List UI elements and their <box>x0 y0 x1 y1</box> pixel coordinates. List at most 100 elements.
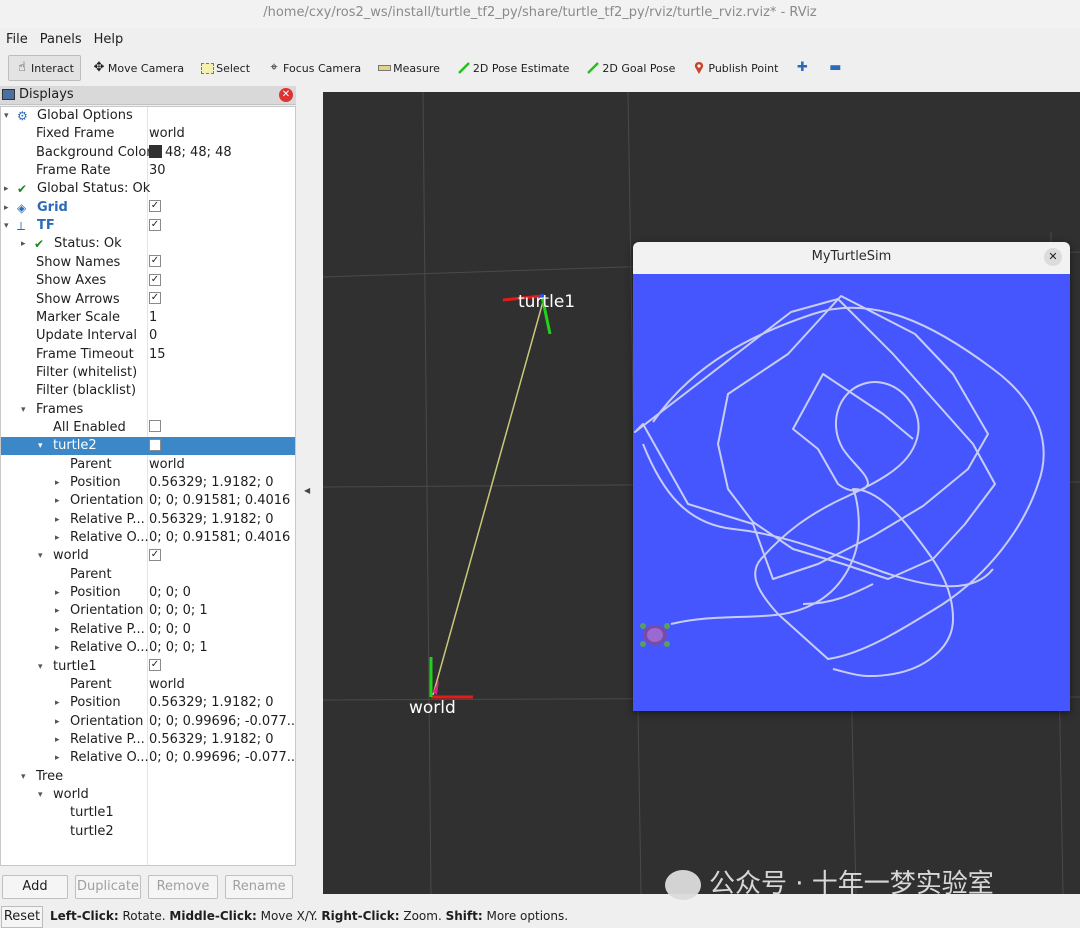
add-button[interactable]: Add <box>2 875 68 899</box>
tree-row[interactable]: ▾ ⚙ Global Options <box>1 107 295 125</box>
tree-row[interactable]: Show Names ✓ <box>1 254 295 272</box>
collapse-arrow-icon[interactable]: ▸ <box>4 199 9 217</box>
tree-row[interactable]: ▸ Position 0.56329; 1.9182; 0 <box>1 694 295 712</box>
enable-checkbox[interactable] <box>149 420 161 433</box>
expand-arrow-icon[interactable]: ▾ <box>4 107 9 125</box>
goal-pose-tool-button[interactable]: 2D Goal Pose <box>580 55 681 81</box>
expand-arrow-icon[interactable]: ▾ <box>38 547 43 565</box>
tree-row[interactable]: Marker Scale 1 <box>1 309 295 327</box>
tree-row[interactable]: ▸ Relative P... 0.56329; 1.9182; 0 <box>1 511 295 529</box>
displays-tree[interactable]: ▾ ⚙ Global Options Fixed Frame world Backgrou… <box>0 106 296 866</box>
tree-row[interactable]: ▸ Orientation 0; 0; 0; 1 <box>1 602 295 620</box>
tree-row[interactable]: Filter (whitelist) <box>1 364 295 382</box>
tree-row[interactable]: ▾ Tree <box>1 768 295 786</box>
tree-row[interactable]: ▸ Relative P... 0; 0; 0 <box>1 621 295 639</box>
enable-checkbox[interactable]: ✓ <box>149 292 161 304</box>
collapse-arrow-icon[interactable]: ▸ <box>21 235 26 253</box>
tree-row[interactable]: Parent <box>1 566 295 584</box>
collapse-arrow-icon[interactable]: ▸ <box>55 602 60 620</box>
enable-checkbox[interactable]: ✓ <box>149 659 161 671</box>
tree-row[interactable]: Parent world <box>1 456 295 474</box>
tree-row[interactable]: ▾ ⟂ TF ✓ <box>1 217 295 235</box>
select-tool-button[interactable]: Select <box>195 55 256 81</box>
enable-checkbox[interactable]: ✓ <box>149 200 161 213</box>
expand-arrow-icon[interactable]: ▾ <box>4 217 9 235</box>
expand-arrow-icon[interactable]: ▾ <box>38 437 43 455</box>
tree-row[interactable]: Show Arrows ✓ <box>1 291 295 309</box>
menu-help[interactable]: Help <box>88 30 130 50</box>
interact-tool-button[interactable]: ☝ Interact <box>8 55 81 81</box>
collapse-arrow-icon[interactable]: ▸ <box>55 584 60 602</box>
color-swatch[interactable] <box>149 144 162 158</box>
tree-row-checkbox-cell[interactable]: ✓ <box>149 217 295 235</box>
enable-checkbox[interactable]: ✓ <box>149 218 161 231</box>
tree-row-checkbox-cell[interactable]: ✓ <box>149 254 295 272</box>
pose-estimate-tool-button[interactable]: 2D Pose Estimate <box>451 55 576 81</box>
tree-row[interactable]: ▸ Relative O... 0; 0; 0; 1 <box>1 639 295 657</box>
tree-row[interactable]: turtle1 <box>1 804 295 822</box>
tree-row-checkbox-cell[interactable]: ✓ <box>149 291 295 309</box>
enable-checkbox[interactable]: ✓ <box>149 255 161 268</box>
tree-row[interactable]: ▸ Position 0.56329; 1.9182; 0 <box>1 474 295 492</box>
tree-row[interactable]: All Enabled <box>1 419 295 437</box>
tree-row[interactable]: Frame Timeout 15 <box>1 346 295 364</box>
turtlesim-canvas[interactable] <box>633 274 1070 711</box>
rename-button[interactable]: Rename <box>225 875 293 899</box>
tree-row[interactable]: ▾ turtle2 <box>1 437 295 456</box>
tree-row[interactable]: ▸ Relative P... 0.56329; 1.9182; 0 <box>1 731 295 749</box>
menu-file[interactable]: File <box>0 30 34 50</box>
tree-row[interactable]: ▸ Orientation 0; 0; 0.99696; -0.077... <box>1 713 295 731</box>
collapse-arrow-icon[interactable]: ▸ <box>55 621 60 639</box>
tree-row[interactable]: Filter (blacklist) <box>1 382 295 400</box>
move-camera-tool-button[interactable]: ✥ Move Camera <box>86 55 190 81</box>
tree-row[interactable]: Frame Rate 30 <box>1 162 295 180</box>
collapse-arrow-icon[interactable]: ▸ <box>4 180 9 198</box>
collapse-arrow-icon[interactable]: ▸ <box>55 694 60 712</box>
collapse-arrow-icon[interactable]: ▸ <box>55 639 60 657</box>
expand-arrow-icon[interactable]: ▾ <box>38 658 43 676</box>
remove-button[interactable]: Remove <box>148 875 218 899</box>
expand-arrow-icon[interactable]: ▾ <box>21 401 26 419</box>
expand-arrow-icon[interactable]: ▾ <box>21 768 26 786</box>
tree-row[interactable]: ▾ Frames <box>1 401 295 419</box>
duplicate-button[interactable]: Duplicate <box>75 875 141 899</box>
collapse-arrow-icon[interactable]: ▸ <box>55 474 60 492</box>
collapse-arrow-icon[interactable]: ▸ <box>55 731 60 749</box>
tree-row[interactable]: ▸ Relative O... 0; 0; 0.99696; -0.077... <box>1 749 295 767</box>
tree-row-checkbox-cell[interactable] <box>149 419 295 437</box>
tree-row[interactable]: Fixed Frame world <box>1 125 295 143</box>
tree-row-checkbox-cell[interactable]: ✓ <box>149 658 295 676</box>
enable-checkbox[interactable] <box>149 438 161 451</box>
close-icon[interactable]: ✕ <box>279 88 293 102</box>
tree-row[interactable]: ▸ ◈ Grid ✓ <box>1 199 295 217</box>
collapse-arrow-icon[interactable]: ▸ <box>55 511 60 529</box>
tree-row-checkbox-cell[interactable]: ✓ <box>149 547 295 565</box>
enable-checkbox[interactable]: ✓ <box>149 548 161 561</box>
tree-row[interactable]: ▸ ✔ Global Status: Ok <box>1 180 295 198</box>
collapse-arrow-icon[interactable]: ▸ <box>55 749 60 767</box>
close-icon[interactable]: ✕ <box>1044 248 1062 266</box>
turtlesim-window[interactable]: MyTurtleSim ✕ <box>633 242 1070 711</box>
reset-button[interactable]: Reset <box>1 906 43 928</box>
expand-arrow-icon[interactable]: ▾ <box>38 786 43 804</box>
tree-row-checkbox-cell[interactable]: ✓ <box>149 199 295 217</box>
menu-panels[interactable]: Panels <box>34 30 88 50</box>
collapse-arrow-icon[interactable]: ▸ <box>55 529 60 547</box>
tree-row[interactable]: ▾ world <box>1 786 295 804</box>
tree-row[interactable]: ▾ turtle1 ✓ <box>1 658 295 676</box>
tree-row[interactable]: ▾ world ✓ <box>1 547 295 565</box>
focus-camera-tool-button[interactable]: ⌖ Focus Camera <box>261 55 367 81</box>
tree-row[interactable]: Background Color 48; 48; 48 <box>1 144 295 162</box>
tree-row[interactable]: turtle2 <box>1 823 295 841</box>
tree-row[interactable]: ▸ Relative O... 0; 0; 0.91581; 0.4016 <box>1 529 295 547</box>
tree-row[interactable]: ▸ Orientation 0; 0; 0.91581; 0.4016 <box>1 492 295 510</box>
tree-row-checkbox-cell[interactable] <box>149 437 295 455</box>
publish-point-tool-button[interactable]: Publish Point <box>686 55 784 81</box>
tree-row[interactable]: Parent world <box>1 676 295 694</box>
tree-row-checkbox-cell[interactable]: ✓ <box>149 272 295 290</box>
collapse-arrow-icon[interactable]: ▸ <box>55 713 60 731</box>
collapse-arrow-icon[interactable]: ▸ <box>55 492 60 510</box>
tree-row[interactable]: ▸ ✔ Status: Ok <box>1 235 295 253</box>
tree-row[interactable]: Show Axes ✓ <box>1 272 295 290</box>
tree-row[interactable]: Update Interval 0 <box>1 327 295 345</box>
